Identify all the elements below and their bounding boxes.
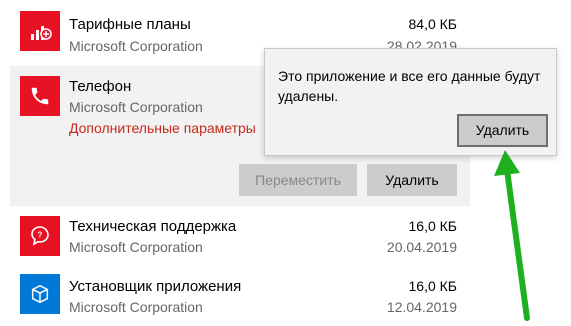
annotation-arrow-icon: [494, 150, 530, 321]
